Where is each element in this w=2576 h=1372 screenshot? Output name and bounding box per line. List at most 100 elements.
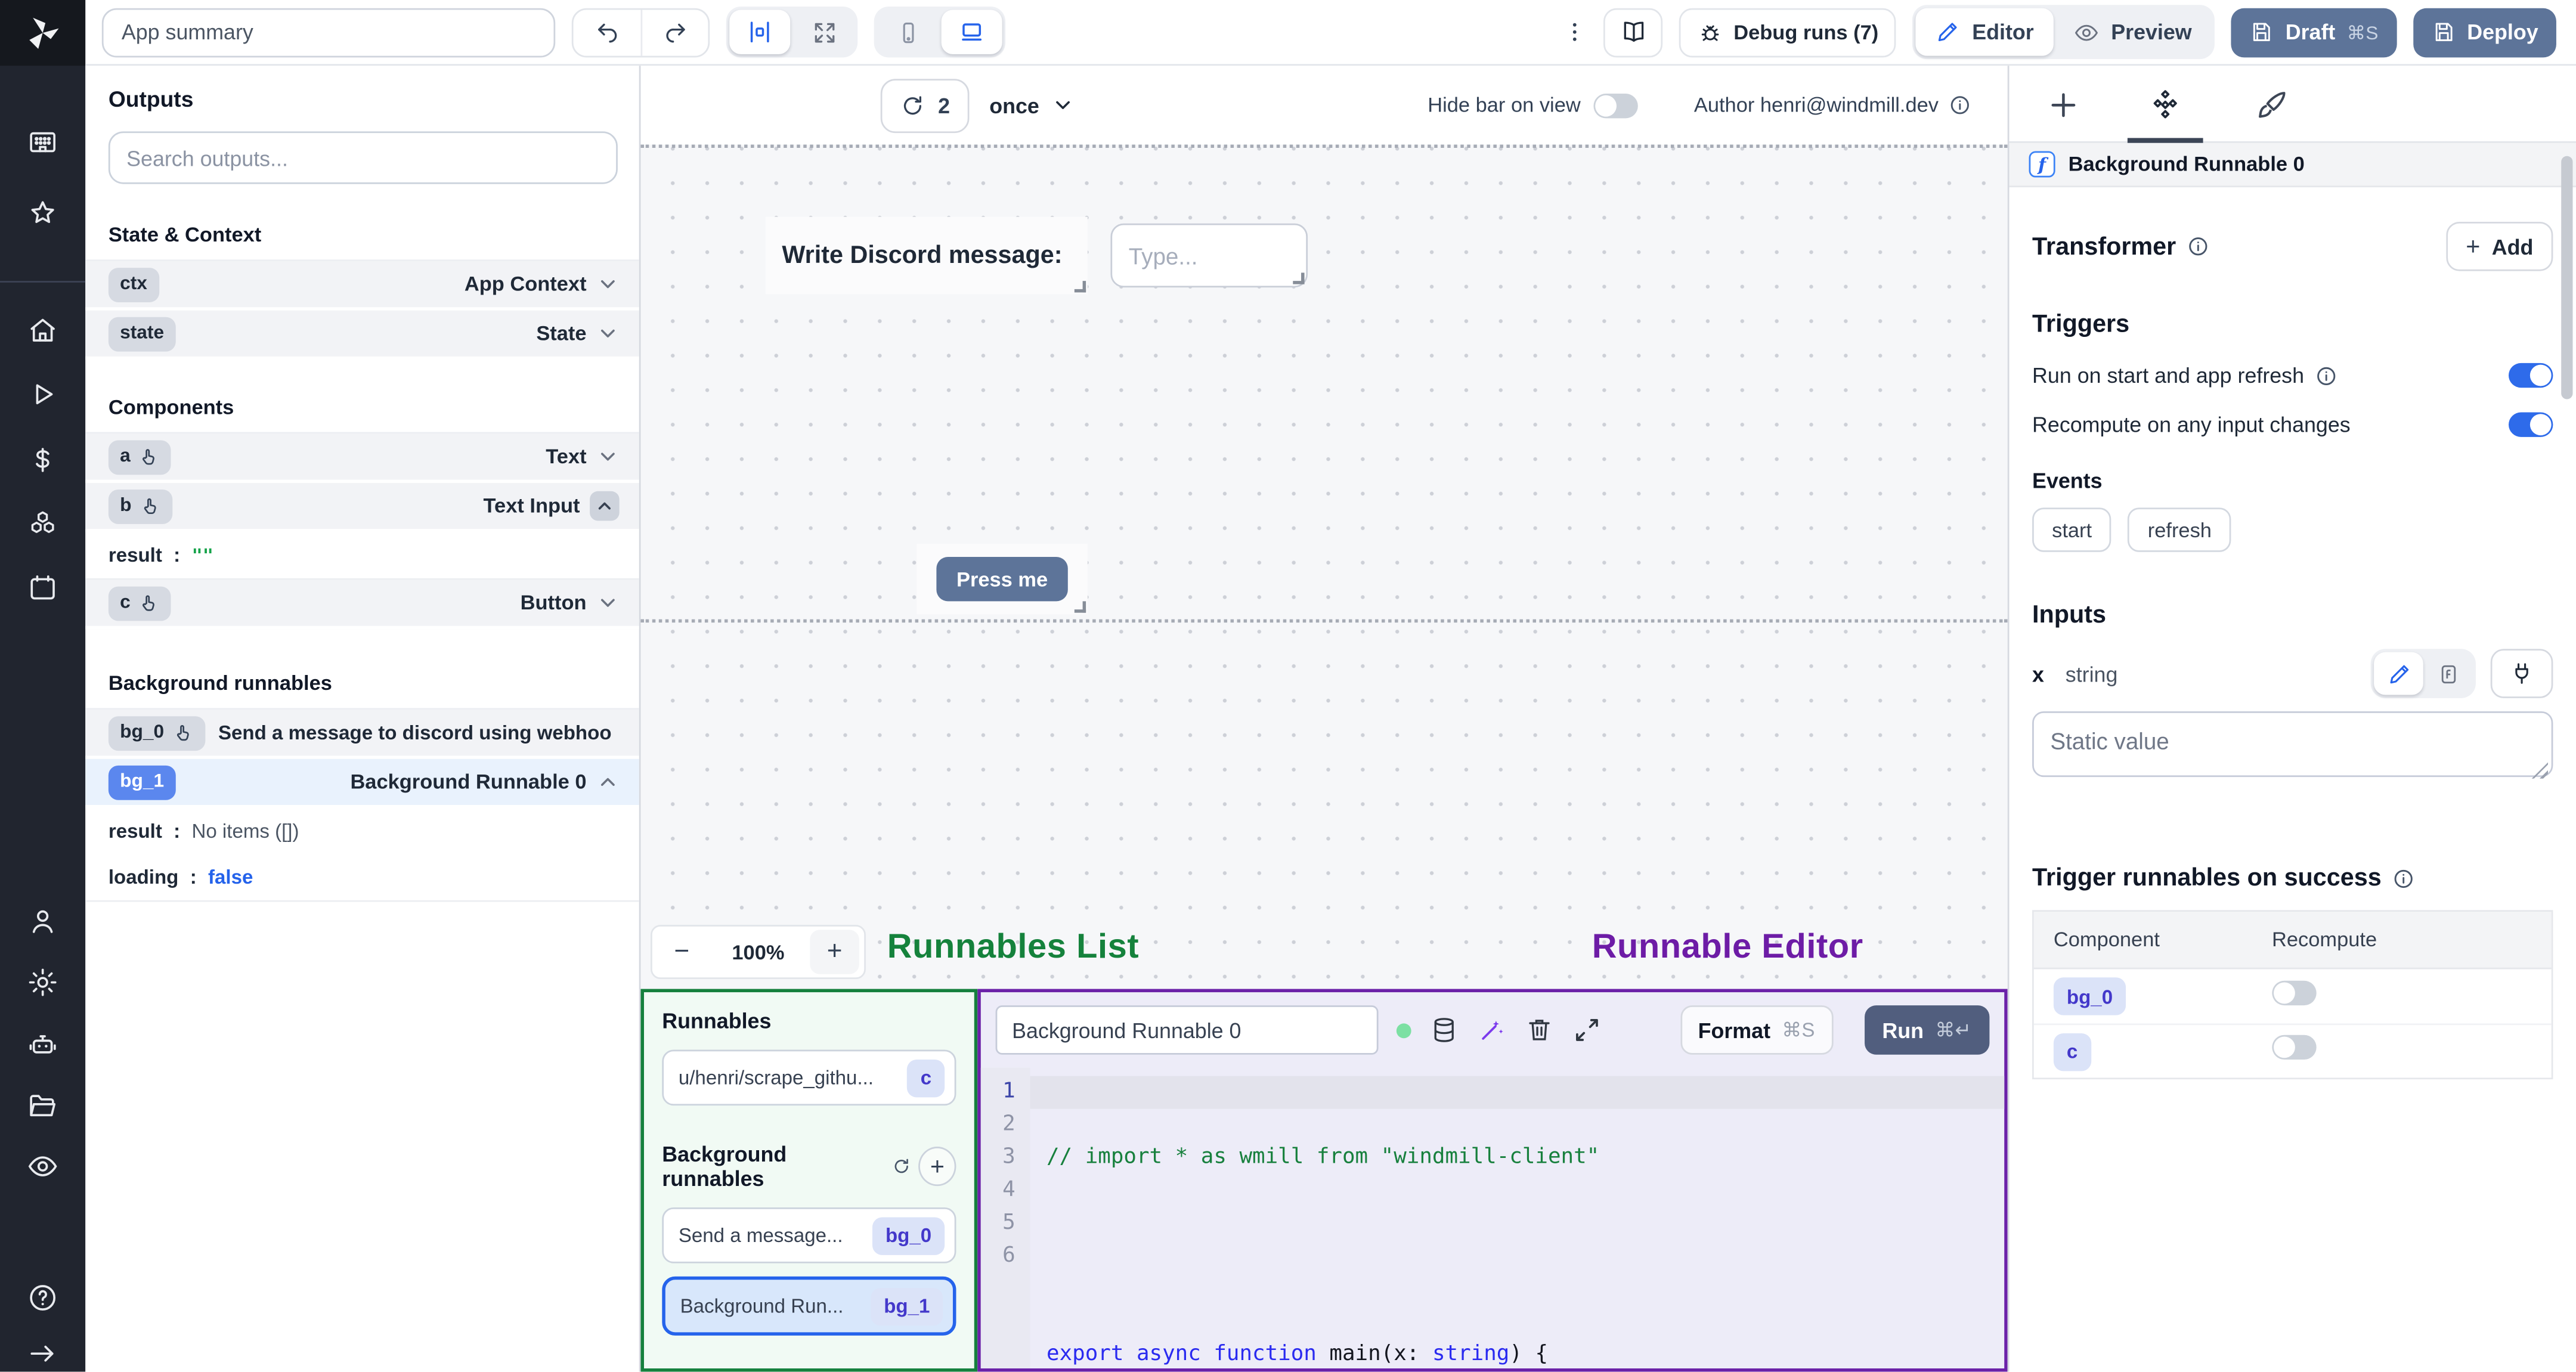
author-label: Author henri@windmill.dev [1693, 94, 1939, 117]
ai-wand-icon[interactable] [1477, 1015, 1507, 1045]
panel-scrollbar[interactable] [2561, 156, 2573, 399]
run-on-start-toggle[interactable] [2509, 363, 2553, 388]
runnable-badge-c: c [907, 1058, 945, 1097]
text-input-component[interactable]: Type... [1110, 223, 1308, 288]
search-outputs-input[interactable] [108, 131, 618, 184]
redo-button[interactable] [640, 9, 708, 55]
draft-button[interactable]: Draft ⌘S [2231, 7, 2397, 57]
info-icon[interactable] [1949, 94, 1972, 117]
zoom-in-button[interactable]: + [810, 930, 859, 974]
input-type: string [2065, 661, 2118, 686]
c-recompute-toggle[interactable] [2272, 1035, 2317, 1060]
editor-tab[interactable]: Editor [1916, 8, 2054, 56]
component-settings-tab-icon[interactable] [2147, 87, 2184, 123]
add-background-runnable-button[interactable]: + [918, 1147, 956, 1187]
apps-icon[interactable] [26, 126, 59, 159]
kebab-menu-icon[interactable] [1563, 20, 1587, 44]
chevron-down-icon[interactable] [596, 272, 620, 296]
press-me-button[interactable]: Press me [936, 556, 1068, 602]
bg0-badge[interactable]: bg_0 [2053, 977, 2126, 1015]
users-icon[interactable] [26, 905, 59, 938]
delete-trash-icon[interactable] [1525, 1015, 1555, 1045]
deploy-button[interactable]: Deploy [2413, 7, 2556, 57]
format-button[interactable]: Format ⌘S [1680, 1005, 1833, 1055]
docs-button[interactable] [1603, 7, 1663, 57]
component-row-c[interactable]: c Button [85, 580, 639, 630]
preview-tab[interactable]: Preview [2054, 8, 2212, 56]
pencil-icon [2389, 664, 2408, 683]
zoom-out-button[interactable]: − [657, 930, 707, 974]
chevron-down-icon[interactable] [596, 591, 620, 615]
static-value-input[interactable] [2032, 711, 2553, 778]
fullscreen-layout-button[interactable] [794, 10, 854, 54]
info-icon[interactable] [2314, 364, 2337, 387]
home-icon[interactable] [26, 314, 59, 346]
chevron-down-icon[interactable] [596, 322, 620, 345]
workers-robot-icon[interactable] [26, 1029, 59, 1061]
resources-cubes-icon[interactable] [26, 507, 59, 540]
editor-header: Format ⌘S Run ⌘↵ [981, 992, 2004, 1068]
app-canvas[interactable]: Write Discord message: Type... Press me … [640, 144, 2008, 989]
styling-brush-tab-icon[interactable] [2254, 87, 2290, 123]
cache-database-icon[interactable] [1429, 1015, 1459, 1045]
resize-handle[interactable] [1293, 272, 1305, 284]
runnable-item-bg1-selected[interactable]: Background Run... bg_1 [662, 1276, 956, 1336]
settings-gear-icon[interactable] [26, 966, 59, 999]
add-transformer-button[interactable]: + Add [2446, 221, 2553, 271]
text-component[interactable]: Write Discord message: [765, 216, 1088, 295]
runnable-item-bg0[interactable]: Send a message... bg_0 [662, 1207, 956, 1263]
runs-play-icon[interactable] [26, 378, 59, 411]
bg1-row-selected[interactable]: bg_1 Background Runnable 0 [85, 758, 639, 809]
component-row-a[interactable]: a Text [85, 433, 639, 483]
insert-component-tab-plus-icon[interactable] [2045, 87, 2082, 123]
start-event-pill[interactable]: start [2032, 507, 2112, 552]
output-row-state[interactable]: state State [85, 310, 639, 360]
static-mode-button[interactable] [2374, 652, 2423, 695]
run-button[interactable]: Run ⌘↵ [1864, 1005, 1990, 1055]
recompute-toggle[interactable] [2509, 412, 2553, 437]
info-icon[interactable] [2391, 866, 2414, 890]
code-editor[interactable]: 1 2 3 4 5 6 // import * as wmill from "w… [980, 1067, 2005, 1368]
app-summary-input[interactable] [101, 7, 556, 57]
runnable-item-script[interactable]: u/henri/scrape_githu... c [662, 1049, 956, 1106]
schedules-calendar-icon[interactable] [26, 572, 59, 605]
resize-handle[interactable] [1074, 281, 1086, 293]
info-icon[interactable] [2186, 235, 2209, 258]
runnable-name-input[interactable] [995, 1005, 1379, 1055]
help-icon[interactable] [26, 1281, 59, 1314]
mobile-view-button[interactable] [877, 10, 938, 54]
undo-button[interactable] [574, 9, 641, 55]
bg1-loading-row: loading : false [85, 854, 639, 902]
hide-bar-toggle[interactable] [1593, 92, 1639, 117]
component-row-b[interactable]: b Text Input [85, 482, 639, 532]
frequency-dropdown[interactable]: once [989, 93, 1073, 117]
background-runnables-heading: Background runnables [85, 655, 639, 710]
c-badge[interactable]: c [2053, 1032, 2091, 1070]
refresh-event-pill[interactable]: refresh [2128, 507, 2232, 552]
audit-eye-icon[interactable] [26, 1150, 59, 1183]
centered-layout-button[interactable] [729, 10, 791, 54]
expand-editor-icon[interactable] [1572, 1015, 1602, 1045]
folders-icon[interactable] [26, 1089, 59, 1122]
resize-handle[interactable] [1074, 601, 1086, 613]
connect-plug-button[interactable] [2490, 649, 2553, 698]
debug-runs-label: Debug runs (7) [1733, 20, 1879, 44]
chevron-down-icon[interactable] [596, 445, 620, 469]
transformer-heading: Transformer [2032, 232, 2176, 261]
bg0-recompute-toggle[interactable] [2272, 980, 2317, 1005]
output-row-ctx[interactable]: ctx App Context [85, 261, 639, 311]
bg0-row[interactable]: bg_0 Send a message to discord using web… [85, 710, 639, 759]
refresh-count-button[interactable]: 2 [880, 78, 970, 132]
code-lines: // import * as wmill from "windmill-clie… [1030, 1076, 2004, 1372]
type-token: string [1432, 1342, 1510, 1367]
favorites-star-icon[interactable] [26, 197, 59, 230]
windmill-logo[interactable] [0, 0, 86, 66]
variables-dollar-icon[interactable] [26, 444, 59, 476]
collapse-button[interactable] [590, 491, 620, 521]
debug-runs-button[interactable]: Debug runs (7) [1679, 7, 1897, 57]
collapse-arrow-icon[interactable] [26, 1337, 59, 1370]
button-component-wrapper[interactable]: Press me [917, 543, 1088, 615]
desktop-view-button[interactable] [941, 10, 1002, 54]
chevron-up-icon[interactable] [596, 770, 620, 794]
eval-mode-button[interactable] [2423, 652, 2473, 695]
